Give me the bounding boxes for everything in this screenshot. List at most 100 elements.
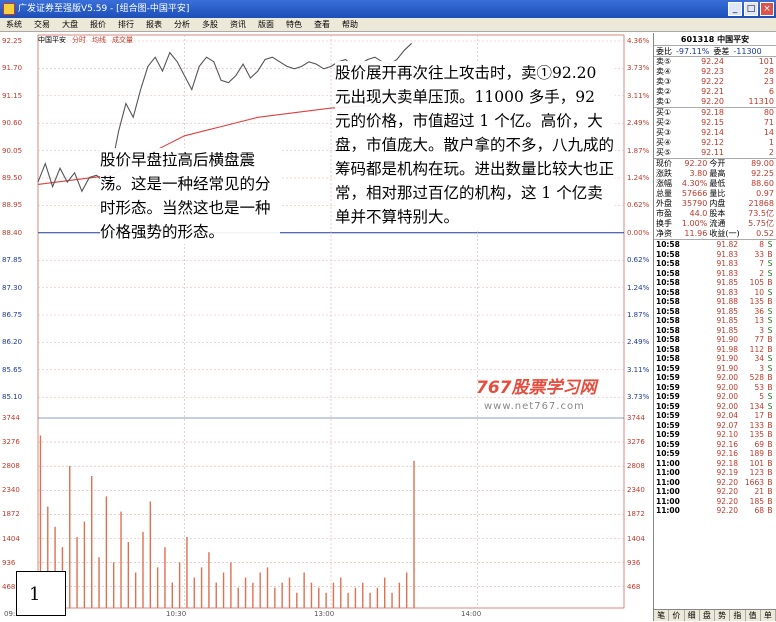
tick-side: B — [767, 278, 773, 287]
tick-price: 92.00 — [716, 401, 738, 411]
tab-trades[interactable]: 笔 — [654, 610, 670, 621]
tick-time: 11:00 — [656, 477, 680, 487]
volume-label: 936 — [2, 558, 16, 567]
order-label: 卖② — [656, 87, 672, 96]
stat-label: 现价 — [656, 159, 672, 168]
tab-trend[interactable]: 势 — [715, 610, 731, 621]
tick-price: 91.85 — [716, 316, 738, 325]
tick-time: 10:58 — [656, 278, 680, 287]
stat-label: 外盘 — [656, 199, 672, 208]
tick-row: 10:59 92.00 53 B — [654, 383, 776, 393]
tab-value[interactable]: 值 — [746, 610, 761, 621]
menu-trade[interactable]: 交易 — [28, 18, 56, 31]
tab-single[interactable]: 单 — [761, 610, 776, 621]
tick-side: B — [767, 468, 773, 477]
percent-label: 2.49% — [627, 119, 650, 128]
menu-ranking[interactable]: 排行 — [112, 18, 140, 31]
intraday-chart: 中国平安 分时 均线 成交量 92.25 91.70 91.15 90.60 90.05… — [0, 33, 653, 621]
stat-value: 57666 — [681, 189, 708, 198]
maximize-button[interactable]: □ — [744, 2, 758, 16]
tick-row: 10:59 92.16 69 B — [654, 440, 776, 450]
tick-time: 10:59 — [656, 373, 680, 382]
tab-index[interactable]: 指 — [730, 610, 746, 621]
tick-price: 92.00 — [716, 382, 738, 392]
tick-time: 10:59 — [656, 411, 680, 420]
tick-time: 10:59 — [656, 420, 680, 430]
order-volume: 28 — [763, 67, 774, 76]
tick-volume: 36 — [754, 306, 764, 316]
order-price: 92.24 — [701, 57, 724, 66]
tick-volume: 69 — [754, 439, 764, 449]
menu-report[interactable]: 报表 — [140, 18, 168, 31]
tick-time: 10:58 — [656, 325, 680, 335]
tick-time: 10:59 — [656, 401, 680, 411]
stat-label: 换手 — [656, 219, 672, 228]
tick-price: 91.82 — [716, 240, 738, 249]
menu-quote[interactable]: 报价 — [84, 18, 112, 31]
tick-volume: 53 — [754, 382, 764, 392]
order-volume: 101 — [758, 57, 774, 66]
watermark-url: www.net767.com — [484, 401, 585, 412]
tab-orderbook[interactable]: 盘 — [700, 610, 715, 621]
tab-price[interactable]: 价 — [669, 610, 685, 621]
tick-row: 10:59 92.10 135 B — [654, 430, 776, 440]
tick-volume: 135 — [749, 430, 764, 439]
menu-special[interactable]: 特色 — [280, 18, 308, 31]
stat-value: 92.25 — [751, 169, 774, 178]
order-price: 92.21 — [701, 87, 724, 96]
order-price: 92.18 — [701, 108, 724, 117]
tick-side: B — [767, 382, 773, 392]
tick-volume: 185 — [749, 496, 764, 506]
menu-system[interactable]: 系统 — [0, 18, 28, 31]
tab-detail[interactable]: 细 — [685, 610, 700, 621]
tick-row: 11:00 92.20 21 B — [654, 487, 776, 497]
close-button[interactable]: × — [760, 2, 774, 16]
stat-value: 11.96 — [684, 229, 708, 238]
tick-side: S — [767, 354, 773, 363]
percent-label: 1.87% — [627, 311, 650, 319]
tick-side: S — [767, 316, 773, 325]
menu-analysis[interactable]: 分析 — [168, 18, 196, 31]
menu-multistock[interactable]: 多股 — [196, 18, 224, 31]
tick-time: 10:59 — [656, 392, 680, 401]
percent-label: 3.73% — [627, 64, 650, 73]
tick-price: 91.90 — [716, 363, 738, 373]
tick-row: 11:00 92.20 68 B — [654, 506, 776, 516]
order-volume: 14 — [763, 128, 774, 137]
price-label: 88.95 — [2, 201, 23, 210]
tick-volume: 13 — [754, 316, 764, 325]
minimize-button[interactable]: _ — [728, 2, 742, 16]
menu-market[interactable]: 大盘 — [56, 18, 84, 31]
stat-label: 今开 — [709, 159, 726, 168]
menu-news[interactable]: 资讯 — [224, 18, 252, 31]
order-volume: 23 — [763, 77, 774, 86]
tick-side: S — [767, 363, 773, 373]
tick-volume: 123 — [749, 468, 764, 477]
menu-view[interactable]: 查看 — [308, 18, 336, 31]
tick-side: B — [767, 430, 773, 439]
tick-volume: 112 — [749, 344, 764, 354]
stat-value: 5.75亿 — [748, 219, 774, 228]
weicha-value: -11300 — [733, 47, 762, 56]
tick-row: 10:58 91.88 135 B — [654, 297, 776, 307]
order-label: 卖④ — [656, 67, 672, 76]
percent-label: 0.62% — [627, 256, 650, 265]
tick-volume: 34 — [754, 354, 764, 363]
tick-volume: 17 — [754, 411, 764, 420]
tick-price: 91.90 — [716, 354, 738, 363]
percent-label: 3.11% — [627, 365, 650, 374]
menu-help[interactable]: 帮助 — [336, 18, 364, 31]
tick-side: S — [767, 325, 773, 335]
percent-label: 0.62% — [627, 201, 650, 210]
tick-time: 11:00 — [656, 487, 680, 496]
tick-time: 10:58 — [656, 316, 680, 325]
order-price: 92.14 — [701, 128, 724, 137]
stat-value: 3.80 — [689, 169, 708, 178]
order-ratio-row: 委比 -97.11% 委差 -11300 — [654, 46, 776, 57]
chart-mode: 分时 — [72, 36, 86, 44]
order-price: 92.23 — [701, 67, 724, 76]
tick-row: 11:00 92.20 1663 B — [654, 478, 776, 488]
chart-header: 中国平安 分时 均线 成交量 — [38, 35, 133, 45]
tick-row: 10:58 91.85 13 S — [654, 316, 776, 326]
menu-layout[interactable]: 版面 — [252, 18, 280, 31]
